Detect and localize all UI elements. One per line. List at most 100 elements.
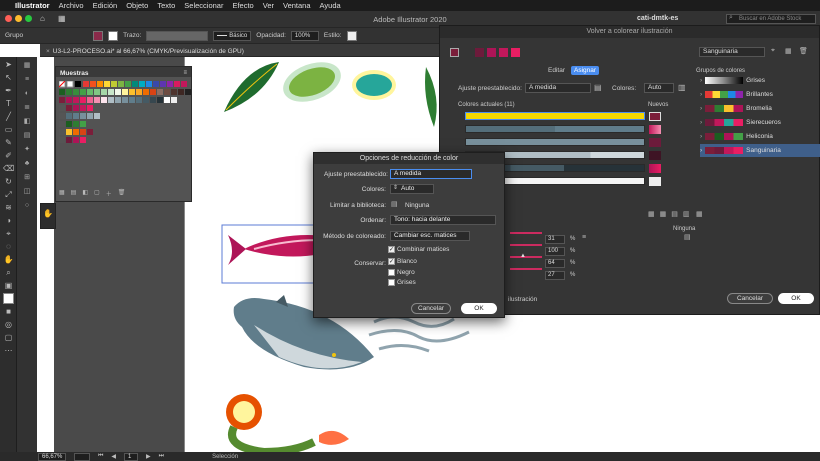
new-swatch-icon[interactable]: ＋ xyxy=(106,189,112,198)
selection-tool-icon[interactable]: ➤ xyxy=(3,59,14,70)
layers-panel-icon[interactable]: ◧ xyxy=(21,117,33,127)
shaper-tool-icon[interactable]: ✐ xyxy=(3,150,14,161)
document-tab[interactable]: × U3-L2-PROCESO.ai* al 66,67% (CMYK/Prev… xyxy=(46,46,244,56)
value-y-field[interactable]: 64 xyxy=(545,259,565,268)
shape-builder-tool-icon[interactable]: ◑ xyxy=(3,215,14,226)
fill-swatch[interactable] xyxy=(93,30,104,41)
eyedropper-icon[interactable]: ⌖ xyxy=(771,47,775,55)
more-tools-icon[interactable]: ⋯ xyxy=(3,345,14,356)
rectangle-tool-icon[interactable]: ▭ xyxy=(3,124,14,135)
stroke-swatch[interactable] xyxy=(108,30,119,41)
symbols-panel-icon[interactable]: ♣ xyxy=(21,159,33,169)
line-tool-icon[interactable]: ╱ xyxy=(3,111,14,122)
menu-ventana[interactable]: Ventana xyxy=(283,1,311,10)
group-swatch-3[interactable] xyxy=(487,48,496,57)
show-kind-icon[interactable]: ▤ xyxy=(71,189,77,198)
prev-artboard-icon[interactable]: ◀ xyxy=(111,453,116,460)
rotate-tool-icon[interactable]: ↻ xyxy=(3,176,14,187)
color-group-bromelia[interactable]: › Bromelia xyxy=(700,102,820,115)
menu-app-name[interactable]: Illustrator xyxy=(15,1,50,10)
swatches-panel-icon[interactable]: ▦ xyxy=(21,61,33,71)
leaf-light-green[interactable] xyxy=(278,57,347,109)
menu-texto[interactable]: Texto xyxy=(157,1,175,10)
separate-colors-icon[interactable]: ▦ xyxy=(660,210,667,218)
close-tab-icon[interactable]: × xyxy=(46,48,50,55)
swatches-grid[interactable] xyxy=(59,81,191,181)
menu-edicion[interactable]: Edición xyxy=(93,1,118,10)
recolor-cancel-button[interactable]: Cancelar xyxy=(727,293,773,304)
merge-colors-icon[interactable]: ▦ xyxy=(648,210,655,218)
screen-mode-icon[interactable]: ▢ xyxy=(3,332,14,343)
opacity-field[interactable]: 100% xyxy=(290,30,319,41)
next-artboard-icon[interactable]: ▶ xyxy=(146,453,151,460)
color-group-sanguinaria[interactable]: › Sanguinaria xyxy=(700,144,820,157)
paintbrush-tool-icon[interactable]: ✎ xyxy=(3,137,14,148)
exclude-colors-icon[interactable]: ▤ xyxy=(671,210,678,218)
type-tool-icon[interactable]: T xyxy=(3,98,14,109)
hand-tool-icon[interactable]: ✋ xyxy=(3,254,14,265)
library-icon-small[interactable]: ▤ xyxy=(391,200,398,208)
new-row-icon[interactable]: ▥ xyxy=(683,210,690,218)
puppet-warp-icon[interactable]: ✋ xyxy=(41,209,55,218)
stroke-weight-field[interactable] xyxy=(146,30,209,41)
brushes-panel-icon[interactable]: ✦ xyxy=(21,145,33,155)
tab-asignar[interactable]: Asignar xyxy=(570,66,600,75)
artboard-number-field[interactable]: 1 xyxy=(124,452,139,461)
group-swatch-5[interactable] xyxy=(511,48,520,57)
reduction-preset-dropdown[interactable]: A medida xyxy=(390,169,472,179)
menu-ver[interactable]: Ver xyxy=(263,1,274,10)
color-group-heliconia[interactable]: › Heliconia xyxy=(700,130,820,143)
orange-creature[interactable] xyxy=(226,394,349,452)
colors-stepper-icon[interactable]: ⇕ xyxy=(393,184,398,191)
align-panel-icon[interactable]: ⊞ xyxy=(21,173,33,183)
swatch-options-icon[interactable]: ◧ xyxy=(82,189,88,198)
pen-tool-icon[interactable]: ✒ xyxy=(3,85,14,96)
menu-efecto[interactable]: Efecto xyxy=(232,1,253,10)
coloring-method-dropdown[interactable]: Cambiar esc. matices xyxy=(390,231,470,241)
color-harmony-icon[interactable]: ▥ xyxy=(678,83,686,92)
leaf-green-tall[interactable] xyxy=(425,67,437,127)
color-row-blue-gray[interactable] xyxy=(465,125,645,133)
leaf-teal[interactable] xyxy=(352,70,396,100)
stock-search-input[interactable]: Buscar en Adobe Stock xyxy=(726,14,816,24)
value-m-field[interactable]: 100 xyxy=(545,247,565,256)
library-limit-icon[interactable]: ▤ xyxy=(684,233,691,241)
library-icon[interactable]: ▦ xyxy=(59,189,65,198)
color-row-gray[interactable] xyxy=(465,138,645,146)
width-tool-icon[interactable]: ≋ xyxy=(3,202,14,213)
pathfinder-panel-icon[interactable]: ◫ xyxy=(21,187,33,197)
workspace-name[interactable]: cati-dmtk-es xyxy=(637,15,678,22)
recolor-preset-dropdown[interactable]: A medida xyxy=(525,83,591,93)
zoom-tool-icon[interactable]: ⌕ xyxy=(3,267,14,278)
zoom-field[interactable]: 66,67% xyxy=(38,452,66,461)
color-group-icon[interactable]: ▢ xyxy=(94,189,100,198)
color-row-yellow[interactable] xyxy=(465,112,645,120)
group-swatch-4[interactable] xyxy=(499,48,508,57)
tab-editar[interactable]: Editar xyxy=(545,66,568,75)
sort-dropdown[interactable]: Tono: hacia delante xyxy=(390,215,496,225)
new-color-1[interactable] xyxy=(649,112,661,121)
color-panel-icon[interactable]: ◐ xyxy=(21,89,33,99)
delete-swatch-icon[interactable]: 🗑 xyxy=(118,189,126,198)
group-swatch-1[interactable] xyxy=(450,48,459,57)
preserve-grays-checkbox[interactable] xyxy=(388,279,395,286)
color-group-sierecueros[interactable]: › Sierecueros xyxy=(700,116,820,129)
rotate-view-field[interactable] xyxy=(74,452,90,461)
scale-tool-icon[interactable]: ⤢ xyxy=(3,189,14,200)
eyedropper-tool-icon[interactable]: ⌖ xyxy=(3,228,14,239)
preserve-black-checkbox[interactable] xyxy=(388,269,395,276)
menu-ayuda[interactable]: Ayuda xyxy=(320,1,341,10)
graphic-style-swatch[interactable] xyxy=(346,30,357,41)
preset-options-icon[interactable]: ▤ xyxy=(594,83,602,92)
new-color-6[interactable] xyxy=(649,177,661,186)
recolor-ok-button[interactable]: OK xyxy=(778,293,814,304)
draw-mode-icon[interactable]: ◎ xyxy=(3,319,14,330)
preserve-white-checkbox[interactable]: ✓ xyxy=(388,258,395,265)
new-color-2[interactable] xyxy=(649,125,661,134)
first-artboard-icon[interactable]: ⏮ xyxy=(98,453,103,460)
color-group-grises[interactable]: › Grises xyxy=(700,74,820,87)
blue-waves[interactable] xyxy=(368,315,470,353)
random-order-icon[interactable]: ▦ xyxy=(696,210,703,218)
stroke-panel-icon[interactable]: ≣ xyxy=(21,103,33,113)
new-color-3[interactable] xyxy=(649,138,661,147)
